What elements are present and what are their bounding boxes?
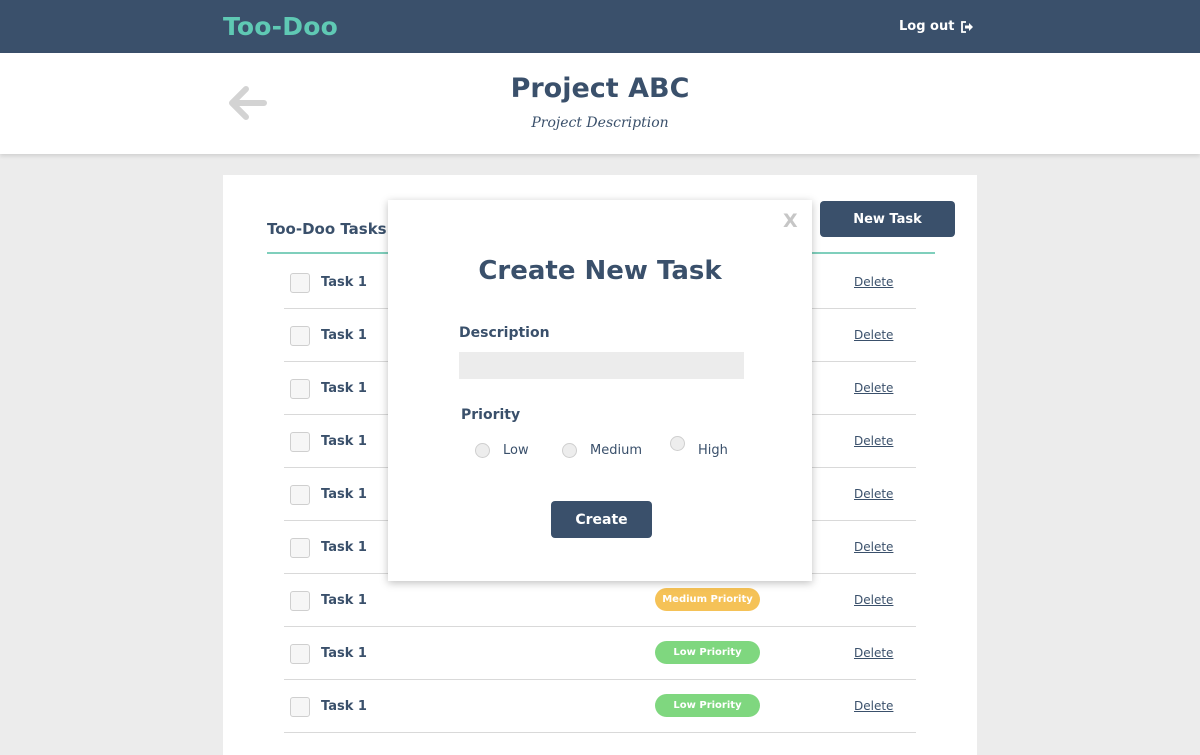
task-checkbox[interactable] [290, 379, 310, 399]
priority-label: Priority [461, 407, 521, 423]
priority-radio-group: Low Medium High [475, 436, 775, 462]
task-checkbox[interactable] [290, 273, 310, 293]
priority-medium-label[interactable]: Medium [590, 443, 642, 458]
tasks-heading-label: Too-Doo Tasks [267, 220, 387, 238]
task-label: Task 1 [321, 381, 367, 396]
delete-link[interactable]: Delete [854, 699, 893, 713]
delete-link[interactable]: Delete [854, 540, 893, 554]
delete-link[interactable]: Delete [854, 275, 893, 289]
tasks-heading: Too-Doo Tasks (9 [267, 220, 407, 238]
task-label: Task 1 [321, 487, 367, 502]
modal-title: Create New Task [478, 256, 722, 286]
delete-link[interactable]: Delete [854, 328, 893, 342]
priority-badge-low: Low Priority [655, 641, 760, 664]
task-label: Task 1 [321, 593, 367, 608]
delete-link[interactable]: Delete [854, 487, 893, 501]
logout-icon [961, 20, 974, 33]
project-header: Project ABC Project Description [0, 53, 1200, 154]
delete-link[interactable]: Delete [854, 593, 893, 607]
task-row: Task 1 Medium Priority Delete [284, 574, 916, 627]
project-title: Project ABC [510, 73, 690, 104]
create-button[interactable]: Create [551, 501, 652, 538]
project-description: Project Description [531, 115, 669, 131]
task-checkbox[interactable] [290, 644, 310, 664]
create-task-modal: X Create New Task Description Priority L… [388, 200, 812, 581]
task-checkbox[interactable] [290, 432, 310, 452]
priority-medium-radio[interactable] [562, 443, 577, 458]
task-label: Task 1 [321, 275, 367, 290]
priority-low-radio[interactable] [475, 443, 490, 458]
delete-link[interactable]: Delete [854, 646, 893, 660]
priority-high-radio[interactable] [670, 436, 685, 451]
task-checkbox[interactable] [290, 485, 310, 505]
logout-label: Log out [899, 19, 955, 34]
priority-low-label[interactable]: Low [503, 443, 529, 458]
task-label: Task 1 [321, 328, 367, 343]
task-label: Task 1 [321, 540, 367, 555]
task-checkbox[interactable] [290, 326, 310, 346]
description-label: Description [459, 325, 550, 341]
task-checkbox[interactable] [290, 697, 310, 717]
task-row: Task 1 Low Priority Delete [284, 680, 916, 733]
task-label: Task 1 [321, 699, 367, 714]
close-icon[interactable]: X [783, 210, 798, 232]
new-task-button[interactable]: New Task [820, 201, 955, 237]
delete-link[interactable]: Delete [854, 381, 893, 395]
top-navbar: Too-Doo Log out [0, 0, 1200, 53]
app-logo[interactable]: Too-Doo [223, 12, 338, 41]
delete-link[interactable]: Delete [854, 434, 893, 448]
description-input[interactable] [459, 352, 744, 379]
task-label: Task 1 [321, 646, 367, 661]
task-row: Task 1 Low Priority Delete [284, 627, 916, 680]
priority-badge-low: Low Priority [655, 694, 760, 717]
task-label: Task 1 [321, 434, 367, 449]
task-checkbox[interactable] [290, 538, 310, 558]
task-checkbox[interactable] [290, 591, 310, 611]
priority-high-label[interactable]: High [698, 443, 728, 458]
priority-badge-medium: Medium Priority [655, 588, 760, 611]
logout-button[interactable]: Log out [899, 19, 974, 34]
